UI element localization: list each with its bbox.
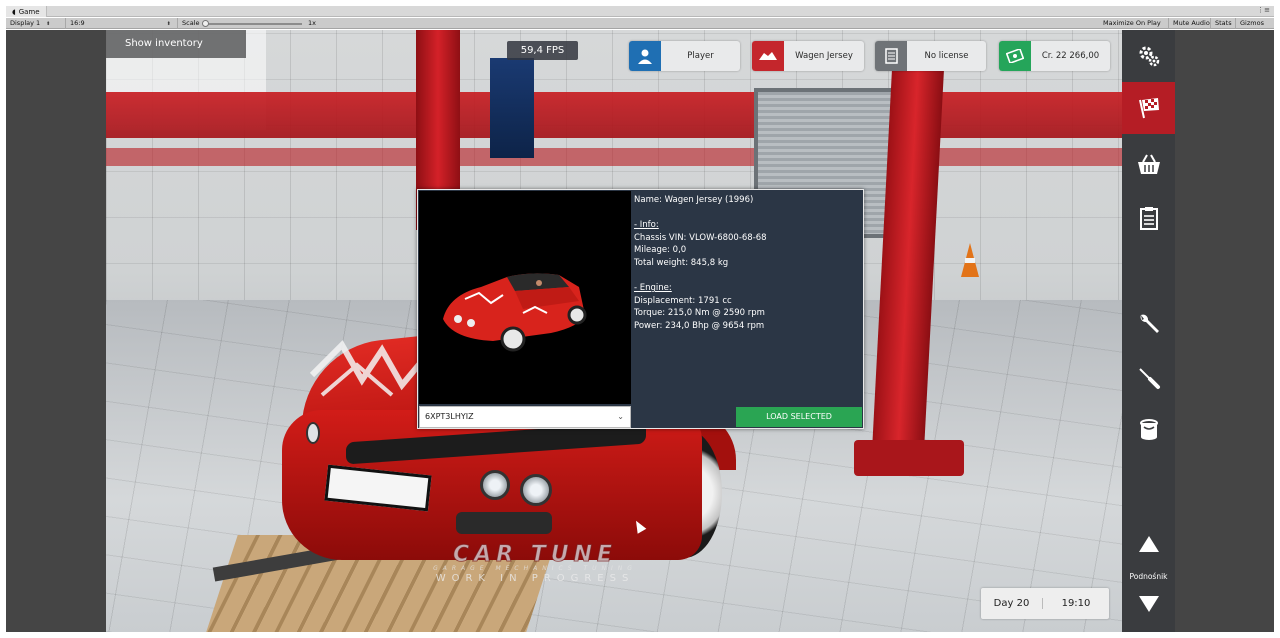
credits-label: Cr. 22 266,00 bbox=[1041, 51, 1100, 61]
info-header: - Info: bbox=[634, 220, 659, 231]
total-weight: Total weight: 845,8 kg bbox=[634, 257, 729, 268]
game-tab-label: Game bbox=[18, 7, 40, 16]
lift-label: Podnośnik bbox=[1129, 572, 1168, 581]
wrench-icon bbox=[1140, 314, 1159, 333]
orders-button[interactable] bbox=[1122, 192, 1175, 244]
gizmos-dropdown[interactable]: Gizmos bbox=[1236, 18, 1274, 29]
current-car-panel[interactable]: Wagen Jersey bbox=[752, 41, 864, 71]
shopping-basket-icon bbox=[1137, 154, 1160, 174]
clipboard-icon bbox=[1139, 207, 1158, 230]
car-headlight-right bbox=[520, 474, 552, 506]
mileage: Mileage: 0,0 bbox=[634, 245, 687, 256]
car-preview-image bbox=[443, 273, 587, 352]
torque: Torque: 215,0 Nm @ 2590 rpm bbox=[634, 308, 765, 319]
license-document-icon bbox=[875, 41, 907, 71]
shop-button[interactable] bbox=[1122, 138, 1175, 190]
player-panel[interactable]: Player bbox=[629, 41, 740, 71]
tools-button[interactable] bbox=[1122, 352, 1175, 404]
power: Power: 234,0 Bhp @ 9654 rpm bbox=[634, 320, 765, 331]
player-label: Player bbox=[687, 51, 714, 61]
gears-icon bbox=[1139, 46, 1159, 67]
display-dropdown-icon: ⬍ bbox=[46, 21, 51, 27]
scale-slider-handle[interactable] bbox=[202, 20, 209, 27]
lift-down-button[interactable] bbox=[1122, 584, 1175, 624]
credits-panel[interactable]: Cr. 22 266,00 bbox=[999, 41, 1110, 71]
day-counter: Day 20 bbox=[981, 598, 1043, 609]
game-tab[interactable]: ◖ Game bbox=[6, 6, 47, 17]
traffic-cone-stripe bbox=[965, 258, 975, 263]
load-selected-button[interactable]: LOAD SELECTED bbox=[736, 407, 862, 427]
load-car-dialog: Name: Wagen Jersey (1996) - Info: Chassis… bbox=[417, 189, 864, 429]
tab-menu-icon[interactable]: ⋮≡ bbox=[1257, 6, 1270, 14]
license-label: No license bbox=[924, 51, 969, 61]
maximize-on-play-toggle[interactable]: Maximize On Play bbox=[1099, 18, 1169, 29]
aspect-dropdown[interactable]: 16:9 ⬍ bbox=[66, 18, 178, 29]
aspect-dropdown-icon: ⬍ bbox=[166, 21, 171, 27]
license-panel[interactable]: No license bbox=[875, 41, 986, 71]
car-preview bbox=[419, 191, 631, 404]
day-time-panel: Day 20 19:10 bbox=[981, 588, 1109, 619]
arrow-down-icon bbox=[1138, 596, 1159, 612]
wall-red-stripe-lower bbox=[106, 148, 1122, 166]
clock: 19:10 bbox=[1061, 598, 1091, 609]
lift-up-button[interactable] bbox=[1122, 524, 1175, 564]
car-name-line: Name: Wagen Jersey (1996) bbox=[634, 195, 754, 205]
scale-value: 1x bbox=[308, 19, 316, 27]
race-button[interactable] bbox=[1122, 82, 1175, 134]
display-dropdown[interactable]: Display 1 ⬍ bbox=[6, 18, 66, 29]
wall-poster bbox=[490, 58, 534, 158]
chevron-down-icon: ⌄ bbox=[617, 412, 624, 421]
fps-counter: 59,4 FPS bbox=[507, 41, 578, 60]
save-select-dropdown[interactable]: 6XPT3LHYIZ ⌄ bbox=[419, 406, 631, 428]
screwdriver-icon bbox=[1138, 368, 1160, 389]
stats-toggle[interactable]: Stats bbox=[1211, 18, 1236, 29]
engine-header: - Engine: bbox=[634, 283, 672, 294]
car-headlight-left bbox=[480, 470, 510, 500]
arrow-up-icon bbox=[1138, 536, 1159, 552]
aspect-label: 16:9 bbox=[70, 19, 85, 27]
car-icon bbox=[752, 41, 784, 71]
unity-logo-icon: ◖ bbox=[12, 7, 16, 16]
money-icon bbox=[999, 41, 1031, 71]
show-inventory-button[interactable]: Show inventory bbox=[106, 30, 246, 58]
car-side-light bbox=[306, 422, 320, 444]
lift-base bbox=[854, 440, 964, 476]
screen: ◖ Game ⋮≡ Display 1 ⬍ 16:9 ⬍ Scale 1x Maxi… bbox=[0, 0, 1280, 638]
car-info-panel: Name: Wagen Jersey (1996) - Info: Chassis… bbox=[634, 194, 860, 333]
right-toolbar bbox=[1122, 30, 1175, 632]
save-select-value: 6XPT3LHYIZ bbox=[425, 412, 474, 421]
scale-slider-track[interactable] bbox=[206, 23, 302, 25]
settings-button[interactable] bbox=[1122, 30, 1175, 82]
paint-button[interactable] bbox=[1122, 404, 1175, 456]
display-label: Display 1 bbox=[10, 19, 41, 27]
current-car-label: Wagen Jersey bbox=[795, 51, 853, 61]
unity-tab-bar: ◖ Game ⋮≡ bbox=[6, 6, 1274, 17]
repair-button[interactable] bbox=[1122, 298, 1175, 350]
displacement: Displacement: 1791 cc bbox=[634, 295, 732, 306]
scale-label: Scale bbox=[182, 19, 200, 27]
paint-bucket-icon bbox=[1139, 419, 1158, 440]
unity-game-toolbar: Display 1 ⬍ 16:9 ⬍ Scale 1x Maximize On Pl… bbox=[6, 18, 1274, 29]
car-fog-light bbox=[456, 512, 552, 534]
player-icon bbox=[629, 41, 661, 71]
chassis-vin: Chassis VIN: VLOW-6800-68-68 bbox=[634, 232, 767, 243]
checkered-flag-icon bbox=[1138, 98, 1159, 119]
mute-audio-toggle[interactable]: Mute Audio bbox=[1169, 18, 1211, 29]
wall-red-stripe bbox=[106, 92, 1122, 138]
